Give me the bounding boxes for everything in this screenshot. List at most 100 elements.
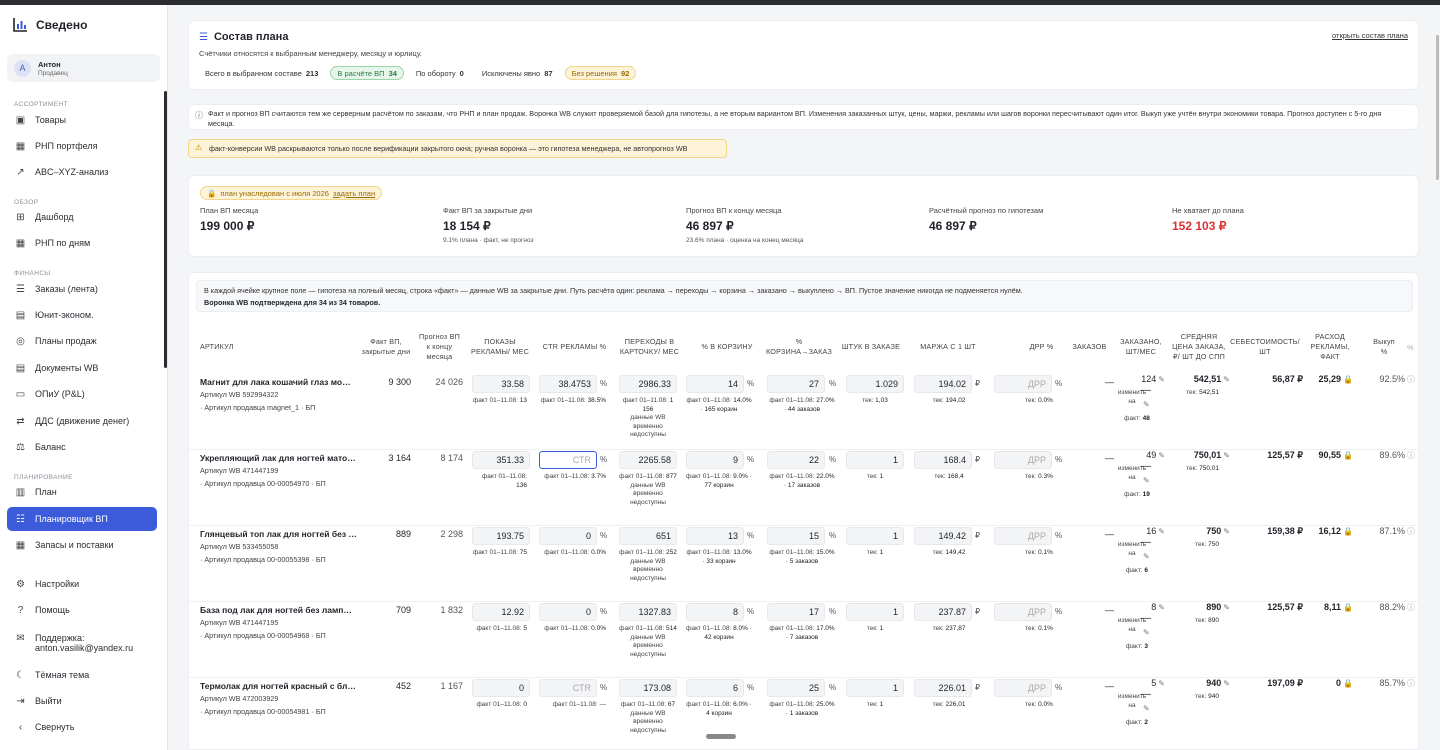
- impressions-input[interactable]: 12.92: [472, 603, 530, 621]
- cart-input[interactable]: 13: [686, 527, 744, 545]
- sidebar-item-11[interactable]: ⚖ Баланс: [7, 435, 157, 459]
- margin-input[interactable]: 149.42: [914, 527, 972, 545]
- header-ctr[interactable]: CTR РЕКЛАМЫ %: [537, 325, 612, 369]
- open-plan-composition-link[interactable]: открыть состав плана: [1332, 31, 1408, 40]
- header-pcs[interactable]: ШТУК В ЗАКАЗЕ: [841, 325, 901, 369]
- sidebar-bottom-4[interactable]: ⇥ Выйти: [7, 689, 157, 713]
- drr-input[interactable]: ДРР: [994, 679, 1052, 697]
- sidebar-item-9[interactable]: ▭ ОПиУ (P&L): [7, 382, 157, 406]
- pcs-input[interactable]: 1: [846, 603, 904, 621]
- header-avg_price[interactable]: СРЕДНЯЯ ЦЕНА ЗАКАЗА, ₽/ ШТ ДО СПП: [1171, 325, 1227, 369]
- clicks-input[interactable]: 173.08: [619, 679, 677, 697]
- ctr-input[interactable]: СТR: [539, 451, 597, 469]
- pencil-icon[interactable]: ✎: [1158, 375, 1165, 384]
- cart-input[interactable]: 8: [686, 603, 744, 621]
- cart-order-input[interactable]: 27: [767, 375, 825, 393]
- pencil-icon[interactable]: ✎: [1143, 400, 1150, 409]
- sidebar-item-10[interactable]: ⇄ ДДС (движение денег): [7, 409, 157, 433]
- drr-input[interactable]: ДРР: [994, 527, 1052, 545]
- change-dash[interactable]: —: [1141, 461, 1151, 472]
- margin-input[interactable]: 237.87: [914, 603, 972, 621]
- sidebar-item-12[interactable]: ▥ План: [7, 480, 157, 504]
- header-buyout[interactable]: Выкуп %: [1369, 325, 1399, 369]
- drr-input[interactable]: ДРР: [994, 451, 1052, 469]
- sidebar-item-13[interactable]: ☷ Планировщик ВП: [7, 507, 157, 531]
- header-margin[interactable]: МАРЖА С 1 ШТ: [913, 325, 983, 369]
- cart-order-input[interactable]: 15: [767, 527, 825, 545]
- header-cost[interactable]: СЕБЕСТОИМОСТЬ/ ШТ: [1225, 325, 1305, 369]
- impressions-input[interactable]: 0: [472, 679, 530, 697]
- sidebar-scrollbar[interactable]: [164, 91, 167, 368]
- brand[interactable]: Сведено: [13, 17, 87, 32]
- cart-input[interactable]: 9: [686, 451, 744, 469]
- sidebar-item-8[interactable]: ▤ Документы WB: [7, 356, 157, 380]
- header-impr[interactable]: ПОКАЗЫ РЕКЛАМЫ/ МЕС: [469, 325, 531, 369]
- drr-input[interactable]: ДРР: [994, 375, 1052, 393]
- header-ordered[interactable]: ЗАКАЗАНО, ШТ/МЕС: [1115, 325, 1167, 369]
- pencil-icon[interactable]: ✎: [1158, 451, 1165, 460]
- pencil-icon[interactable]: ✎: [1143, 552, 1150, 561]
- page-scrollbar[interactable]: [1436, 35, 1439, 180]
- cart-input[interactable]: 14: [686, 375, 744, 393]
- clicks-input[interactable]: 2265.58: [619, 451, 677, 469]
- pencil-icon[interactable]: ✎: [1158, 527, 1165, 536]
- sidebar-bottom-1[interactable]: ? Помощь: [7, 598, 157, 622]
- header-fact[interactable]: Факт ВП, закрытые дни: [361, 325, 411, 369]
- product-name[interactable]: Магнит для лака кошачий глаз мо…: [200, 377, 351, 387]
- sidebar-bottom-3[interactable]: ☾ Тёмная тема: [7, 663, 157, 687]
- counter-1[interactable]: В расчёте ВП 34: [330, 66, 404, 80]
- counter-0[interactable]: Всего в выбранном составе 213: [199, 66, 324, 80]
- sidebar-bottom-0[interactable]: ⚙ Настройки: [7, 572, 157, 596]
- pcs-input[interactable]: 1.029: [846, 375, 904, 393]
- sidebar-item-6[interactable]: ▤ Юнит-эконом.: [7, 303, 157, 327]
- margin-input[interactable]: 194.02: [914, 375, 972, 393]
- change-dash[interactable]: —: [1141, 689, 1151, 700]
- header-forecast[interactable]: Прогноз ВП к концу месяца: [417, 325, 462, 369]
- cart-order-input[interactable]: 22: [767, 451, 825, 469]
- clicks-input[interactable]: 2986.33: [619, 375, 677, 393]
- product-name[interactable]: База под лак для ногтей без ламп…: [200, 605, 352, 615]
- header-article[interactable]: АРТИКУЛ: [200, 325, 260, 369]
- header-cart_order[interactable]: % КОРЗИНА→ЗАКАЗ: [763, 325, 835, 369]
- change-dash[interactable]: —: [1141, 613, 1151, 624]
- pcs-input[interactable]: 1: [846, 679, 904, 697]
- header-cart[interactable]: % В КОРЗИНУ: [697, 325, 757, 369]
- margin-input[interactable]: 168.4: [914, 451, 972, 469]
- cart-order-input[interactable]: 17: [767, 603, 825, 621]
- cart-input[interactable]: 6: [686, 679, 744, 697]
- ctr-input[interactable]: 0: [539, 527, 597, 545]
- pcs-input[interactable]: 1: [846, 527, 904, 545]
- pencil-icon[interactable]: ✎: [1158, 679, 1165, 688]
- ctr-input[interactable]: 38.4753: [539, 375, 597, 393]
- drr-input[interactable]: ДРР: [994, 603, 1052, 621]
- pencil-icon[interactable]: ✎: [1158, 603, 1165, 612]
- product-name[interactable]: Глянцевый топ лак для ногтей без …: [200, 529, 357, 539]
- ctr-input[interactable]: СТR: [539, 679, 597, 697]
- counter-3[interactable]: Исключены явно 87: [476, 66, 559, 80]
- sidebar-item-2[interactable]: ↗ ABC–XYZ-анализ: [7, 160, 157, 184]
- impressions-input[interactable]: 33.58: [472, 375, 530, 393]
- header-orders[interactable]: ЗАКАЗОВ: [1067, 325, 1112, 369]
- counter-4[interactable]: Без решения 92: [564, 66, 637, 80]
- margin-input[interactable]: 226.01: [914, 679, 972, 697]
- change-dash[interactable]: —: [1141, 385, 1151, 396]
- sidebar-bottom-2[interactable]: ✉ Поддержка: anton.vasilik@yandex.ru: [7, 631, 157, 659]
- cart-order-input[interactable]: 25: [767, 679, 825, 697]
- sidebar-item-4[interactable]: ▦ РНП по дням: [7, 231, 157, 255]
- header-clicks[interactable]: ПЕРЕХОДЫ В КАРТОЧКУ/ МЕС: [617, 325, 682, 369]
- impressions-input[interactable]: 351.33: [472, 451, 530, 469]
- horizontal-scrollbar[interactable]: [706, 734, 736, 739]
- sidebar-bottom-5[interactable]: ‹ Свернуть: [7, 715, 157, 739]
- product-name[interactable]: Термолак для ногтей красный с бл…: [200, 681, 356, 691]
- sidebar-item-3[interactable]: ⊞ Дашборд: [7, 205, 157, 229]
- sidebar-item-0[interactable]: ▣ Товары: [7, 108, 157, 132]
- clicks-input[interactable]: 651: [619, 527, 677, 545]
- pencil-icon[interactable]: ✎: [1143, 628, 1150, 637]
- pencil-icon[interactable]: ✎: [1143, 704, 1150, 713]
- header-drr[interactable]: ДРР %: [1019, 325, 1064, 369]
- header-ad_cost[interactable]: РАСХОД РЕКЛАМЫ, ФАКТ: [1309, 325, 1351, 369]
- pcs-input[interactable]: 1: [846, 451, 904, 469]
- set-plan-link[interactable]: задать план: [333, 189, 375, 198]
- pencil-icon[interactable]: ✎: [1143, 476, 1150, 485]
- sidebar-item-5[interactable]: ☰ Заказы (лента): [7, 277, 157, 301]
